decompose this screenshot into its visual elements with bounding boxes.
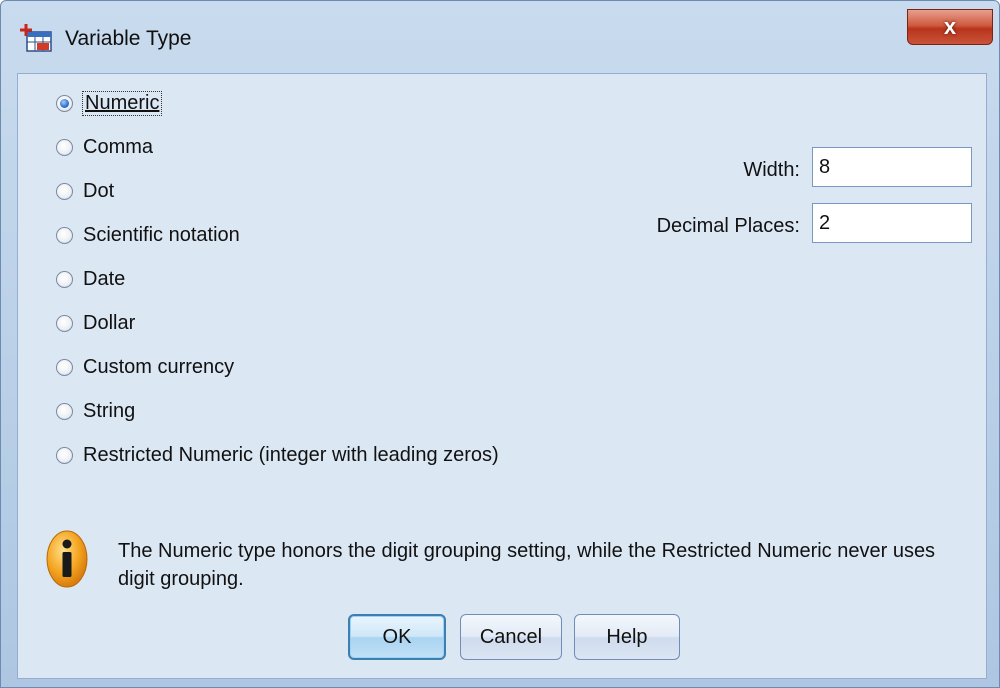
radio-label-string: String xyxy=(83,399,136,422)
radio-button[interactable] xyxy=(56,446,73,464)
variable-type-dialog: Variable Type x Numeric Comma Dot Scient… xyxy=(0,0,1000,688)
close-button[interactable]: x xyxy=(907,9,993,45)
close-icon: x xyxy=(943,14,957,39)
radio-date[interactable]: Date xyxy=(56,264,125,294)
radio-label-restricted-numeric: Restricted Numeric (integer with leading… xyxy=(83,443,499,466)
radio-comma[interactable]: Comma xyxy=(56,132,153,162)
width-label: Width: xyxy=(743,159,800,181)
radio-button[interactable] xyxy=(56,182,73,200)
radio-label-numeric: Numeric xyxy=(81,90,163,116)
info-icon xyxy=(46,530,88,588)
radio-scientific-notation[interactable]: Scientific notation xyxy=(56,220,240,250)
cancel-button[interactable]: Cancel xyxy=(460,614,562,660)
radio-label-dot: Dot xyxy=(83,179,115,202)
radio-label-dollar: Dollar xyxy=(83,311,136,334)
radio-restricted-numeric[interactable]: Restricted Numeric (integer with leading… xyxy=(56,440,499,470)
radio-button[interactable] xyxy=(56,314,73,332)
radio-button[interactable] xyxy=(56,402,73,420)
radio-button[interactable] xyxy=(56,94,73,112)
radio-label-date: Date xyxy=(83,267,126,290)
help-button[interactable]: Help xyxy=(574,614,680,660)
window-title: Variable Type xyxy=(65,27,192,50)
dialog-body: Numeric Comma Dot Scientific notation Da… xyxy=(17,73,987,679)
radio-button[interactable] xyxy=(56,270,73,288)
decimal-places-input[interactable] xyxy=(812,203,972,243)
ok-button[interactable]: OK xyxy=(348,614,446,660)
radio-string[interactable]: String xyxy=(56,396,135,426)
radio-numeric[interactable]: Numeric xyxy=(56,88,163,118)
radio-custom-currency[interactable]: Custom currency xyxy=(56,352,234,382)
radio-button[interactable] xyxy=(56,358,73,376)
radio-label-comma: Comma xyxy=(83,135,154,158)
info-message: The Numeric type honors the digit groupi… xyxy=(118,540,936,590)
radio-dot[interactable]: Dot xyxy=(56,176,114,206)
radio-dollar[interactable]: Dollar xyxy=(56,308,135,338)
variable-table-icon xyxy=(20,24,52,52)
radio-label-custom-currency: Custom currency xyxy=(83,355,235,378)
width-input[interactable] xyxy=(812,147,972,187)
decimal-places-label: Decimal Places: xyxy=(656,215,800,237)
radio-label-scientific-notation: Scientific notation xyxy=(83,223,240,246)
title-bar[interactable]: Variable Type x xyxy=(1,1,999,73)
radio-button[interactable] xyxy=(56,226,73,244)
radio-button[interactable] xyxy=(56,138,73,156)
